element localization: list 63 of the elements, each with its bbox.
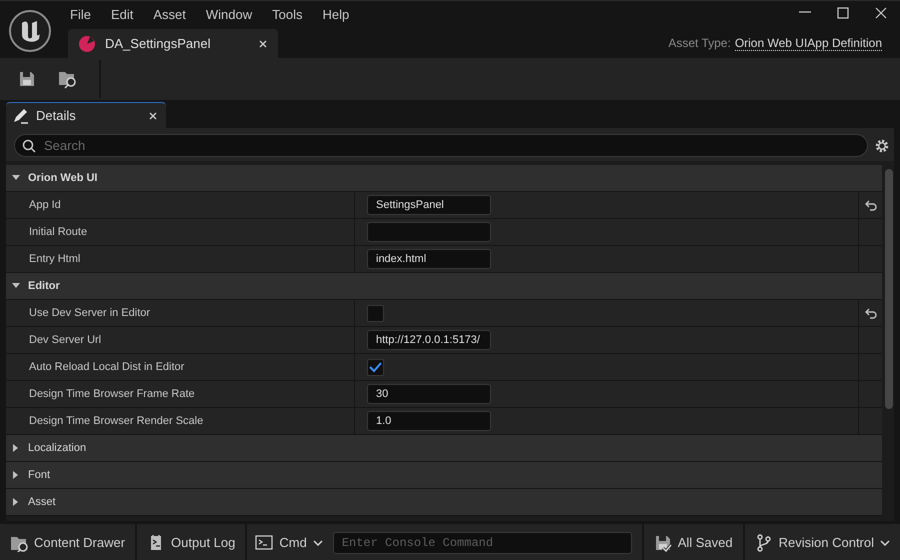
menu-item[interactable]: Edit: [102, 1, 142, 28]
property-name: Design Time Browser Render Scale: [6, 408, 355, 434]
menu-item[interactable]: Tools: [264, 1, 310, 28]
save-state-button[interactable]: All Saved: [644, 524, 743, 560]
expand-arrow-icon[interactable]: [12, 471, 20, 479]
reset-icon[interactable]: [864, 199, 877, 211]
folder-search-icon[interactable]: [58, 69, 78, 89]
text-field[interactable]: index.html: [367, 249, 491, 269]
scrollbar[interactable]: [885, 169, 893, 409]
save-icon[interactable]: [18, 70, 36, 88]
checkbox[interactable]: [367, 358, 384, 376]
text-field[interactable]: [367, 222, 491, 242]
text-field[interactable]: http://127.0.0.1:5173/: [367, 330, 491, 350]
category-header[interactable]: Localization: [6, 435, 882, 462]
close-icon[interactable]: [875, 7, 887, 19]
reset-icon[interactable]: [864, 307, 877, 319]
property-name: Design Time Browser Frame Rate: [6, 381, 355, 407]
property-name: Auto Reload Local Dist in Editor: [6, 354, 355, 380]
collapse-arrow-icon[interactable]: [12, 174, 20, 182]
search-field[interactable]: Search: [14, 134, 868, 157]
output-log-button[interactable]: Output Log: [137, 524, 246, 560]
property-name: Initial Route: [6, 219, 355, 245]
engine-logo: [8, 9, 52, 53]
close-icon[interactable]: [258, 38, 268, 48]
content-drawer-button[interactable]: Content Drawer: [0, 524, 136, 560]
menu-item[interactable]: Asset: [145, 1, 194, 28]
details-tab[interactable]: Details: [6, 102, 166, 128]
search-icon: [22, 139, 36, 153]
expand-arrow-icon[interactable]: [12, 498, 20, 506]
cmd-dropdown[interactable]: Cmd: [255, 534, 323, 551]
caret-icon: [312, 540, 323, 546]
console-input[interactable]: Enter Console Command: [332, 532, 632, 554]
caret-icon: [880, 540, 890, 546]
text-field[interactable]: SettingsPanel: [367, 195, 491, 215]
maximize-icon[interactable]: [837, 7, 849, 19]
asset-type-link[interactable]: Orion Web UIApp Definition: [734, 36, 882, 51]
pencil-icon: [12, 108, 29, 124]
category-header[interactable]: Editor: [6, 273, 882, 300]
close-icon[interactable]: [148, 110, 158, 120]
asset-type-label: Asset Type:: [668, 36, 731, 51]
terminal-icon: [255, 534, 274, 551]
expand-arrow-icon[interactable]: [12, 444, 20, 452]
property-name: Entry Html: [6, 246, 355, 272]
text-field[interactable]: 30: [367, 384, 491, 404]
category-header[interactable]: Font: [6, 462, 882, 489]
category-header[interactable]: Orion Web UI: [6, 165, 882, 192]
branch-icon: [754, 534, 773, 552]
settings-icon[interactable]: [874, 138, 890, 154]
property-name: Dev Server Url: [6, 327, 355, 353]
property-name: Use Dev Server in Editor: [6, 300, 355, 326]
document-tab[interactable]: DA_SettingsPanel: [68, 29, 278, 58]
pie-icon: [78, 34, 96, 52]
property-name: App Id: [6, 192, 355, 218]
collapse-arrow-icon[interactable]: [12, 282, 20, 290]
check-icon: [369, 361, 382, 373]
save-check-icon: [654, 534, 672, 552]
text-field[interactable]: 1.0: [367, 411, 491, 431]
menu-item[interactable]: Window: [198, 1, 260, 28]
menu-item[interactable]: Help: [314, 1, 358, 28]
category-header[interactable]: Asset: [6, 489, 882, 516]
menu-item[interactable]: File: [62, 1, 99, 28]
revision-control-button[interactable]: Revision Control: [744, 524, 900, 560]
checkbox[interactable]: [367, 304, 384, 322]
